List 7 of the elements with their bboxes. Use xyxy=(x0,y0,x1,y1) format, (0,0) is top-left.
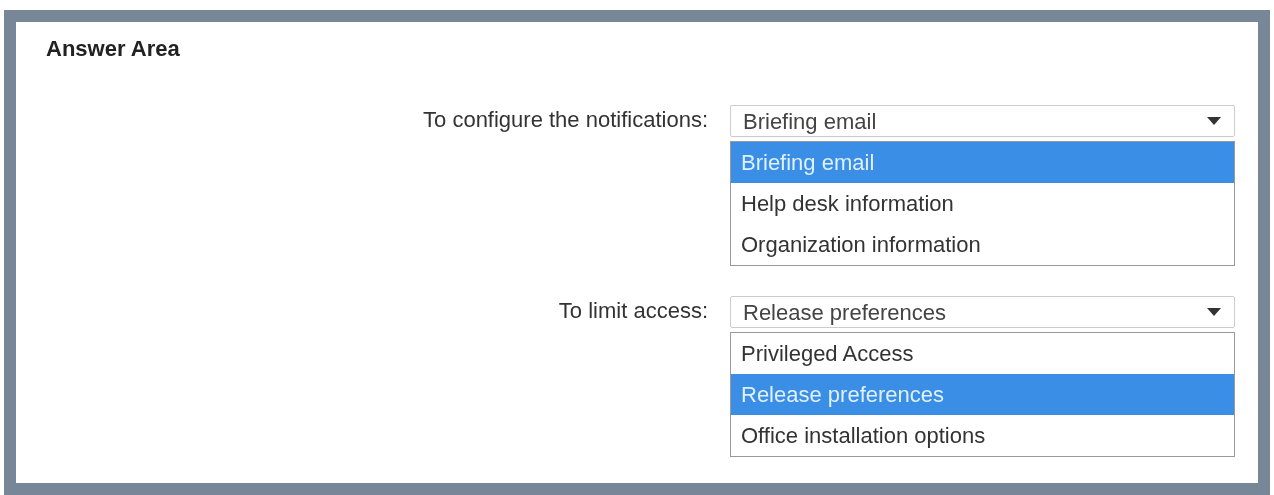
question-label: To configure the notifications: xyxy=(422,106,709,134)
question-label: To limit access: xyxy=(557,297,709,325)
caret-icon xyxy=(1206,116,1222,126)
dropdown-select[interactable]: Release preferences xyxy=(730,296,1235,328)
caret-icon xyxy=(1206,307,1222,317)
dropdown-select[interactable]: Briefing email xyxy=(730,105,1235,137)
answer-area-title: Answer Area xyxy=(46,35,181,63)
